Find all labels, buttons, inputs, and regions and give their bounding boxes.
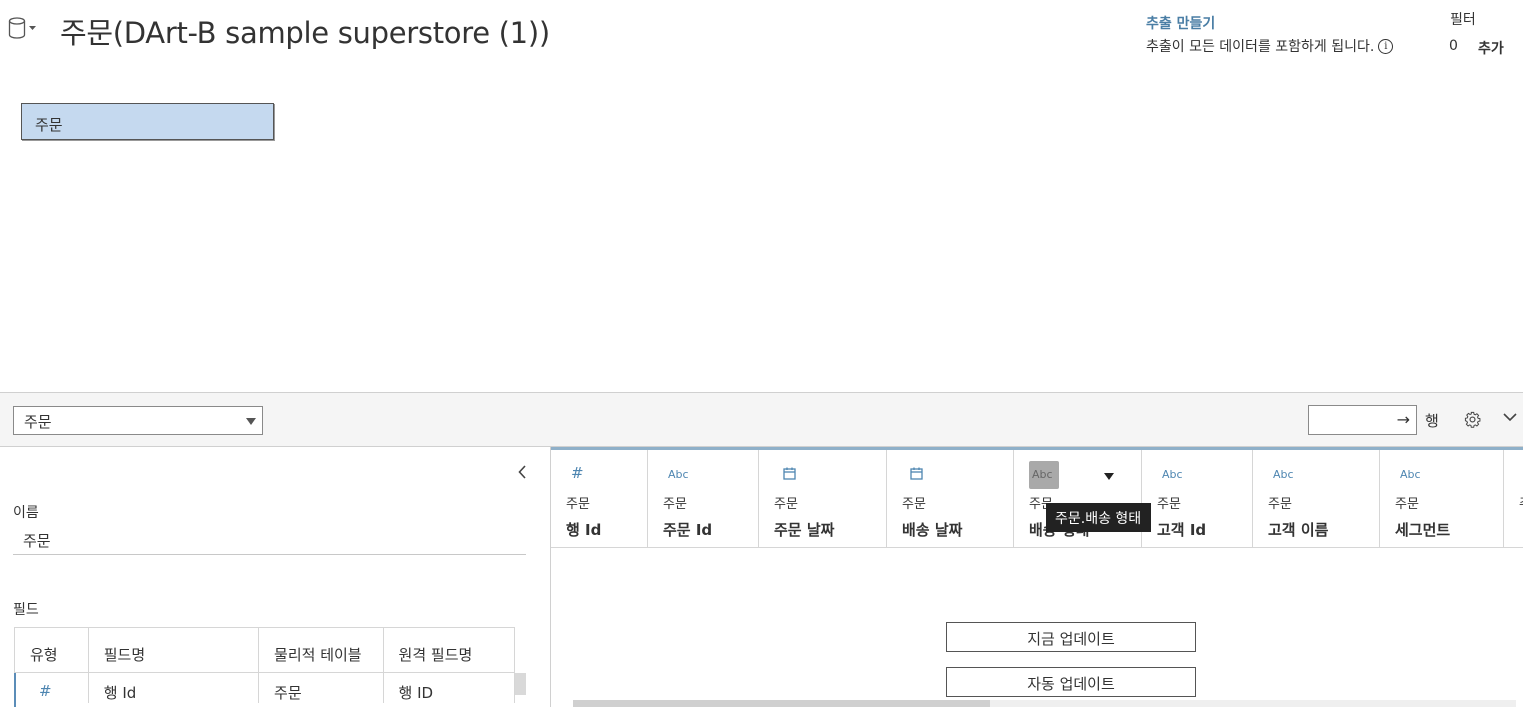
column-table-label: 주문 xyxy=(1519,493,1523,512)
column-header-partial[interactable]: Abc 주문 xyxy=(1504,450,1523,548)
database-icon xyxy=(8,17,26,39)
column-tooltip: 주문.배송 형태 xyxy=(1046,503,1152,532)
row-selection-indicator xyxy=(14,673,16,707)
calendar-icon[interactable] xyxy=(783,467,796,483)
column-header-order-id[interactable]: Abc 주문 주문 Id xyxy=(648,450,759,548)
column-name: 세그먼트 xyxy=(1395,521,1451,539)
physical-table-cell: 주문 xyxy=(259,673,384,703)
column-name: 주문 Id xyxy=(663,521,713,539)
grid-header: # 주문 행 Id Abc 주문 주문 Id 주문 주문 날짜 주문 배송 날짜… xyxy=(551,450,1523,548)
canvas-table-card[interactable]: 주문 xyxy=(21,103,274,140)
column-header-segment[interactable]: Abc 주문 세그먼트 xyxy=(1380,450,1504,548)
column-table-label: 주문 xyxy=(1268,497,1292,512)
field-name-cell[interactable]: 행 Id xyxy=(89,673,260,703)
column-name: 배송 날짜 xyxy=(902,521,963,539)
column-table-label: 주문 xyxy=(1157,497,1181,512)
string-type-icon[interactable]: Abc xyxy=(1400,468,1421,481)
update-now-button[interactable]: 지금 업데이트 xyxy=(946,622,1196,652)
table-select[interactable]: 주문 xyxy=(13,406,263,435)
extract-note-text: 추출이 모든 데이터를 포함하게 됩니다. xyxy=(1146,39,1375,55)
caret-down-icon xyxy=(29,25,36,30)
column-header-remote-field[interactable]: 원격 필드명 xyxy=(384,628,514,672)
string-type-icon[interactable]: Abc xyxy=(668,468,689,481)
column-header-type[interactable]: 유형 xyxy=(15,628,89,672)
table-details-panel: 이름 주문 필드 유형 필드명 물리적 테이블 원격 필드명 # 행 Id 주문… xyxy=(0,447,551,707)
column-table-label: 주문 xyxy=(1395,497,1419,512)
create-extract-link[interactable]: 추출 만들기 xyxy=(1146,13,1215,33)
column-name: 행 Id xyxy=(566,521,602,539)
data-grid: # 주문 행 Id Abc 주문 주문 Id 주문 주문 날짜 주문 배송 날짜… xyxy=(551,447,1523,707)
column-header-ship-date[interactable]: 주문 배송 날짜 xyxy=(887,450,1014,548)
column-menu-caret-icon[interactable] xyxy=(1104,473,1114,480)
rows-label: 행 xyxy=(1425,412,1439,430)
name-label: 이름 xyxy=(13,505,39,521)
column-header-customer-id[interactable]: Abc 주문 고객 Id xyxy=(1142,450,1253,548)
number-type-icon[interactable]: # xyxy=(571,464,584,482)
arrow-right-icon[interactable]: → xyxy=(1397,410,1410,429)
auto-update-button[interactable]: 자동 업데이트 xyxy=(946,667,1196,697)
filter-label: 필터 xyxy=(1450,12,1476,28)
datasource-menu[interactable] xyxy=(8,15,38,41)
data-grid-toolbar: 주문 → 행 xyxy=(0,392,1523,447)
string-type-icon[interactable]: Abc xyxy=(1029,461,1059,489)
column-name: 주문 날짜 xyxy=(774,521,835,539)
fields-table-header: 유형 필드명 물리적 테이블 원격 필드명 xyxy=(15,628,514,673)
number-type-icon[interactable]: # xyxy=(15,673,89,703)
column-header-customer-name[interactable]: Abc 주문 고객 이름 xyxy=(1253,450,1380,548)
column-name: 고객 이름 xyxy=(1268,521,1329,539)
table-row[interactable]: # 행 Id 주문 행 ID xyxy=(15,673,514,703)
gear-icon[interactable] xyxy=(1464,411,1481,428)
table-select-value: 주문 xyxy=(24,413,52,431)
string-type-icon[interactable]: Abc xyxy=(1162,468,1183,481)
extract-note: 추출이 모든 데이터를 포함하게 됩니다. i xyxy=(1146,36,1394,56)
name-field[interactable]: 주문 xyxy=(13,527,526,555)
chevron-left-icon[interactable] xyxy=(518,465,527,479)
datasource-canvas: 주문(DArt-B sample superstore (1)) 추출 만들기 … xyxy=(0,0,1523,392)
chevron-down-icon[interactable] xyxy=(1503,413,1517,422)
column-table-label: 주문 xyxy=(902,497,926,512)
string-type-icon[interactable]: Abc xyxy=(1273,468,1294,481)
column-table-label: 주문 xyxy=(663,497,687,512)
page-title[interactable]: 주문(DArt-B sample superstore (1)) xyxy=(60,10,550,52)
column-header-ship-mode[interactable]: Abc 주문 배송 형태 xyxy=(1014,450,1142,548)
fields-table: 유형 필드명 물리적 테이블 원격 필드명 # 행 Id 주문 행 ID xyxy=(14,627,515,703)
column-header-physical-table[interactable]: 물리적 테이블 xyxy=(259,628,384,672)
column-header-row-id[interactable]: # 주문 행 Id xyxy=(551,450,648,548)
calendar-icon[interactable] xyxy=(910,467,923,483)
remote-field-cell: 행 ID xyxy=(398,684,434,702)
fields-label: 필드 xyxy=(13,602,39,618)
info-icon[interactable]: i xyxy=(1378,38,1394,54)
rows-input[interactable]: → xyxy=(1308,405,1417,435)
horizontal-scrollbar-thumb[interactable] xyxy=(573,700,990,707)
column-table-label: 주문 xyxy=(774,497,798,512)
column-table-label: 주문 xyxy=(566,497,590,512)
add-filter-button[interactable]: 추가 xyxy=(1478,38,1504,58)
fields-table-scrollbar[interactable] xyxy=(515,673,526,695)
caret-down-icon xyxy=(246,418,256,425)
filter-count: 0 xyxy=(1449,38,1458,54)
column-name: 고객 Id xyxy=(1157,521,1207,539)
column-header-order-date[interactable]: 주문 주문 날짜 xyxy=(759,450,887,548)
column-header-field-name[interactable]: 필드명 xyxy=(89,628,260,672)
